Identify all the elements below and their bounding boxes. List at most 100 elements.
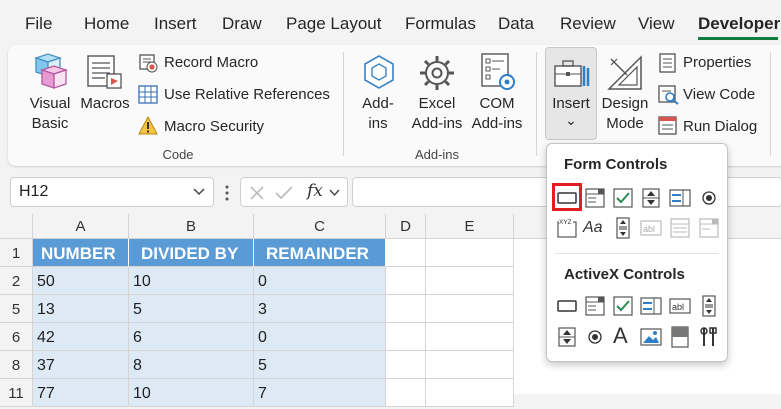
tab-draw[interactable]: Draw [222, 14, 262, 34]
excel-add-ins-button[interactable]: Excel Add-ins [405, 94, 469, 134]
add-ins-button[interactable]: Add- ins [352, 94, 404, 134]
empty-cell[interactable] [386, 323, 426, 351]
empty-cell[interactable] [386, 239, 426, 267]
empty-cell[interactable] [426, 239, 514, 267]
dropdown-divider [555, 253, 719, 254]
combo-box-icon[interactable] [584, 187, 606, 209]
empty-cell[interactable] [386, 295, 426, 323]
design-mode-label-line1: Design [601, 95, 649, 112]
table-cell[interactable]: 77 [33, 379, 129, 407]
checkbox-icon[interactable] [612, 295, 634, 317]
more-controls-icon[interactable] [698, 326, 720, 348]
table-cell[interactable]: 10 [129, 379, 254, 407]
scroll-bar-icon[interactable] [612, 217, 634, 239]
column-header-e[interactable]: E [426, 214, 514, 239]
run-dialog-button[interactable]: Run Dialog [683, 118, 757, 135]
table-cell[interactable]: 5 [129, 295, 254, 323]
tab-file[interactable]: File [25, 14, 52, 34]
scroll-bar-icon[interactable] [698, 295, 720, 317]
label-icon[interactable]: A [613, 324, 635, 348]
more-options-icon[interactable] [224, 184, 230, 202]
table-cell[interactable]: 0 [254, 323, 386, 351]
row-header[interactable]: 5 [0, 295, 33, 323]
name-box[interactable]: H12 [10, 177, 214, 207]
command-button-icon[interactable] [556, 295, 578, 317]
checkbox-icon[interactable] [612, 187, 634, 209]
empty-cell[interactable] [426, 295, 514, 323]
table-cell[interactable]: 50 [33, 267, 129, 295]
row-header[interactable]: 6 [0, 323, 33, 351]
macro-security-button[interactable]: Macro Security [164, 118, 264, 135]
empty-cell[interactable] [426, 267, 514, 295]
table-cell[interactable]: 3 [254, 295, 386, 323]
table-header-cell[interactable]: DIVIDED BY [129, 239, 254, 267]
cancel-icon[interactable] [249, 185, 265, 201]
empty-cell[interactable] [426, 323, 514, 351]
button-icon[interactable] [552, 183, 582, 211]
spin-button-icon[interactable] [640, 187, 662, 209]
use-relative-references-button[interactable]: Use Relative References [164, 86, 330, 103]
column-header-d[interactable]: D [386, 214, 426, 239]
combo-drop-down-edit-icon [698, 217, 720, 239]
design-mode-button[interactable]: Design Mode [598, 94, 652, 134]
insert-function-button[interactable]: fx [307, 181, 323, 201]
chevron-down-icon [193, 188, 205, 196]
enter-check-icon[interactable] [275, 185, 293, 201]
group-separator-3 [770, 52, 771, 156]
tab-developer[interactable]: Developer [698, 14, 780, 34]
label-icon[interactable]: Aa [583, 217, 609, 239]
column-header-c[interactable]: C [254, 214, 386, 239]
table-cell[interactable]: 8 [129, 351, 254, 379]
tab-review[interactable]: Review [560, 14, 616, 34]
table-cell[interactable]: 42 [33, 323, 129, 351]
empty-cell[interactable] [386, 351, 426, 379]
visual-basic-button[interactable]: Visual Basic [20, 94, 80, 134]
tab-insert[interactable]: Insert [154, 14, 197, 34]
empty-cell[interactable] [426, 379, 514, 407]
empty-cell[interactable] [386, 379, 426, 407]
row-header[interactable]: 1 [0, 239, 33, 267]
tab-data[interactable]: Data [498, 14, 534, 34]
row-header[interactable]: 2 [0, 267, 33, 295]
form-controls-heading: Form Controls [564, 156, 668, 173]
column-header-a[interactable]: A [33, 214, 129, 239]
empty-cell[interactable] [426, 351, 514, 379]
tab-home[interactable]: Home [84, 14, 129, 34]
column-header-b[interactable]: B [129, 214, 254, 239]
macros-button[interactable]: Macros [78, 94, 132, 114]
tab-formulas[interactable]: Formulas [405, 14, 476, 34]
tab-view[interactable]: View [638, 14, 675, 34]
table-cell[interactable]: 10 [129, 267, 254, 295]
table-cell[interactable]: 37 [33, 351, 129, 379]
table-cell[interactable]: 7 [254, 379, 386, 407]
text-box-glyph: abl [672, 302, 684, 312]
table-cell[interactable]: 6 [129, 323, 254, 351]
list-box-icon[interactable] [669, 187, 691, 209]
table-header-cell[interactable]: REMAINDER [254, 239, 386, 267]
table-cell[interactable]: 13 [33, 295, 129, 323]
spin-button-icon[interactable] [556, 326, 578, 348]
table-header-cell[interactable]: NUMBER [33, 239, 129, 267]
view-code-button[interactable]: View Code [683, 86, 755, 103]
toggle-button-icon[interactable] [669, 326, 691, 348]
row-header[interactable]: 11 [0, 379, 33, 407]
table-cell[interactable]: 5 [254, 351, 386, 379]
excel-add-ins-label-line2: Add-ins [411, 115, 463, 132]
run-dialog-icon [658, 116, 677, 135]
tab-page-layout[interactable]: Page Layout [286, 14, 381, 34]
list-box-icon[interactable] [640, 295, 662, 317]
chevron-down-icon[interactable] [329, 189, 340, 197]
table-cell[interactable]: 0 [254, 267, 386, 295]
combo-box-icon[interactable] [584, 295, 606, 317]
record-macro-button[interactable]: Record Macro [164, 54, 258, 71]
properties-button[interactable]: Properties [683, 54, 751, 71]
image-icon[interactable] [640, 326, 662, 348]
text-box-icon[interactable]: abl [669, 295, 691, 317]
com-add-ins-button[interactable]: COM Add-ins [468, 94, 526, 134]
select-all-corner[interactable] [0, 214, 33, 239]
option-button-icon[interactable] [584, 326, 606, 348]
option-button-icon[interactable] [698, 187, 720, 209]
row-header[interactable]: 8 [0, 351, 33, 379]
empty-cell[interactable] [386, 267, 426, 295]
group-box-icon[interactable]: XYZ [556, 217, 578, 239]
